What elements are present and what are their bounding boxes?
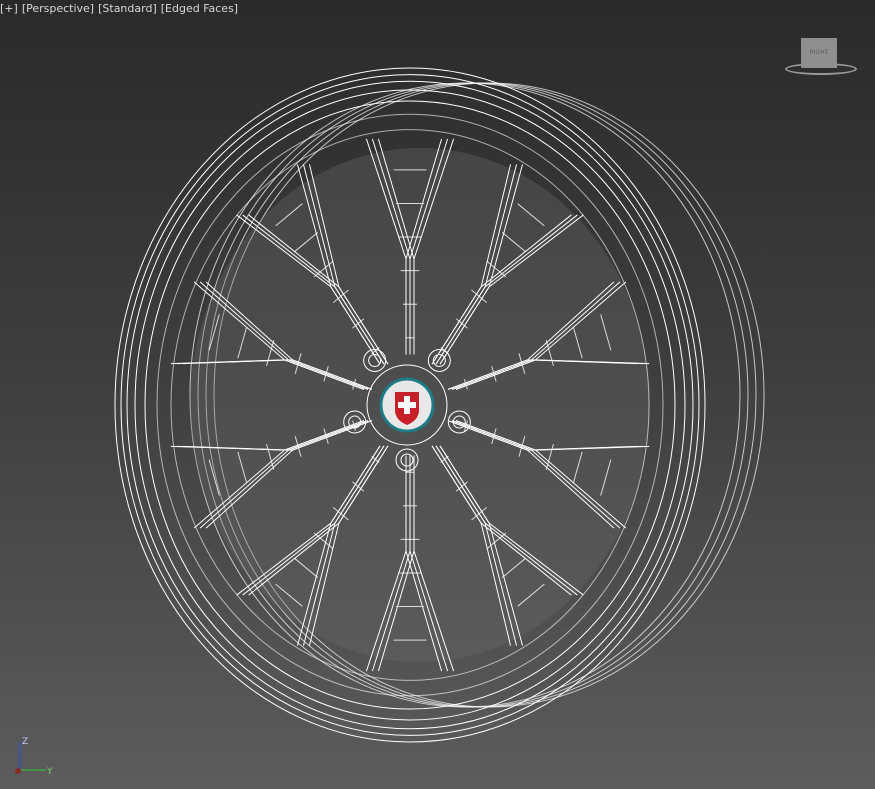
y-axis-label: Y	[46, 767, 53, 777]
wheel-center-logo	[379, 377, 435, 433]
viewport-label-menu: [+] [Perspective] [Standard] [Edged Faces]	[0, 2, 242, 15]
viewport-shading-menu[interactable]: [Standard]	[98, 2, 157, 15]
viewcube-face[interactable]: RIGHT	[801, 38, 837, 68]
z-axis-label: Z	[22, 737, 28, 747]
viewport-canvas[interactable]	[0, 0, 875, 789]
viewport-plus-menu[interactable]: [+]	[0, 2, 18, 15]
axis-gizmo: Z Y	[15, 737, 53, 777]
viewcube[interactable]: RIGHT	[783, 34, 861, 78]
viewport-display-menu[interactable]: [Edged Faces]	[161, 2, 238, 15]
viewport-pov-menu[interactable]: [Perspective]	[22, 2, 94, 15]
wheel-wireframe	[114, 67, 765, 743]
